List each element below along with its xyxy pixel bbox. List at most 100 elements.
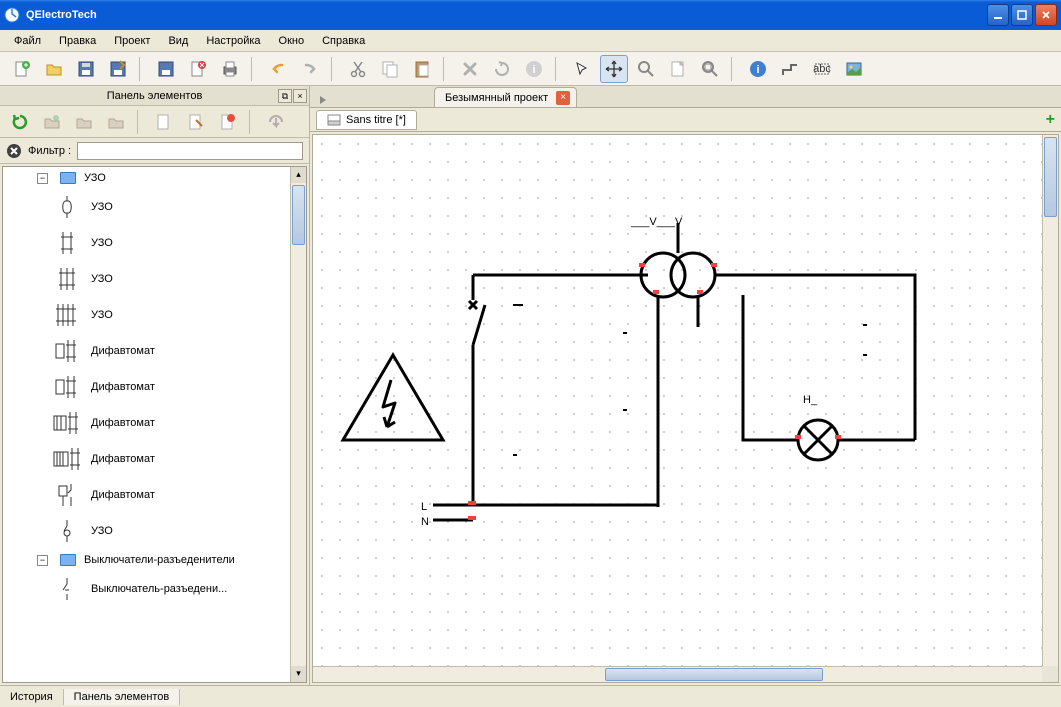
menu-help[interactable]: Справка [314, 33, 373, 49]
zoom-fit-tool[interactable] [696, 55, 724, 83]
sheet-tab[interactable]: Sans titre [*] [316, 110, 417, 130]
rotate-button[interactable] [488, 55, 516, 83]
import-button[interactable] [262, 108, 290, 136]
edit-element-button[interactable] [182, 108, 210, 136]
folder-label: УЗО [84, 172, 106, 184]
clear-filter-icon[interactable] [6, 143, 22, 159]
save-as-button[interactable] [104, 55, 132, 83]
hscroll-thumb[interactable] [605, 668, 824, 681]
wire-tool[interactable] [776, 55, 804, 83]
close-doc-button[interactable] [184, 55, 212, 83]
tree-item[interactable]: УЗО [3, 513, 306, 549]
element-tree[interactable]: − УЗО УЗО УЗО УЗО УЗО Дифавтомат Дифавто… [2, 166, 307, 683]
menu-project[interactable]: Проект [106, 33, 158, 49]
tree-folder[interactable]: − Выключатели-разъеденители [3, 549, 306, 571]
svg-text:abc: abc [813, 63, 831, 75]
tree-item[interactable]: УЗО [3, 297, 306, 333]
symbol-icon [51, 193, 83, 221]
tree-item[interactable]: УЗО [3, 225, 306, 261]
symbol-icon [51, 409, 83, 437]
window-titlebar: QElectroTech [0, 0, 1061, 30]
filter-input[interactable] [77, 142, 303, 160]
reload-button[interactable] [6, 108, 34, 136]
scroll-up-icon[interactable]: ▴ [291, 167, 306, 183]
panel-close-button[interactable]: × [293, 89, 307, 103]
edit-folder-button[interactable] [70, 108, 98, 136]
collapse-icon[interactable]: − [37, 173, 48, 184]
symbol-icon [51, 517, 83, 545]
item-label: УЗО [91, 237, 113, 249]
zoom-tool[interactable] [632, 55, 660, 83]
canvas-vscroll[interactable] [1042, 135, 1058, 666]
minimize-button[interactable] [987, 4, 1009, 26]
new-folder-button[interactable] [38, 108, 66, 136]
status-tab-elements[interactable]: Панель элементов [64, 689, 181, 705]
text-tool[interactable]: abc [808, 55, 836, 83]
tree-item[interactable]: Дифавтомат [3, 369, 306, 405]
delete-button[interactable] [456, 55, 484, 83]
tree-item[interactable]: УЗО [3, 261, 306, 297]
menu-file[interactable]: Файл [6, 33, 49, 49]
scroll-thumb[interactable] [292, 185, 305, 245]
new-element-button[interactable] [150, 108, 178, 136]
tree-item[interactable]: Дифавтомат [3, 405, 306, 441]
print-button[interactable] [216, 55, 244, 83]
tree-item[interactable]: УЗО [3, 189, 306, 225]
filter-label: Фильтр : [28, 145, 71, 157]
tree-folder[interactable]: − УЗО [3, 167, 306, 189]
menu-edit[interactable]: Правка [51, 33, 104, 49]
sheet-tabs: Sans titre [*] + [310, 108, 1061, 132]
tab-nav-icon[interactable] [316, 93, 330, 107]
move-tool[interactable] [600, 55, 628, 83]
symbol-icon [51, 265, 83, 293]
item-label: УЗО [91, 525, 113, 537]
project-tabs: Безымянный проект × [310, 86, 1061, 108]
info-button[interactable]: i [520, 55, 548, 83]
menu-bar: Файл Правка Проект Вид Настройка Окно Сп… [0, 30, 1061, 52]
help-button[interactable]: i [744, 55, 772, 83]
project-tab[interactable]: Безымянный проект × [434, 87, 577, 107]
project-tab-label: Безымянный проект [445, 92, 548, 104]
drawing-canvas[interactable]: L N ___ [312, 134, 1059, 683]
symbol-icon [51, 229, 83, 257]
status-tab-history[interactable]: История [0, 689, 64, 705]
delete-element-button[interactable] [214, 108, 242, 136]
cut-button[interactable] [344, 55, 372, 83]
paste-button[interactable] [408, 55, 436, 83]
undo-button[interactable] [264, 55, 292, 83]
save-doc-button[interactable] [152, 55, 180, 83]
new-button[interactable] [8, 55, 36, 83]
page-tool[interactable] [664, 55, 692, 83]
symbol-icon [51, 575, 83, 603]
main-toolbar: i i abc [0, 52, 1061, 86]
image-tool[interactable] [840, 55, 868, 83]
tree-item[interactable]: Дифавтомат [3, 477, 306, 513]
maximize-button[interactable] [1011, 4, 1033, 26]
tab-close-icon[interactable]: × [556, 91, 570, 105]
panel-float-button[interactable]: ⧉ [278, 89, 292, 103]
folder-icon [60, 554, 76, 566]
collapse-icon[interactable]: − [37, 555, 48, 566]
copy-button[interactable] [376, 55, 404, 83]
canvas-hscroll[interactable] [313, 666, 1042, 682]
scroll-down-icon[interactable]: ▾ [291, 666, 306, 682]
open-button[interactable] [40, 55, 68, 83]
delete-folder-button[interactable] [102, 108, 130, 136]
close-button[interactable] [1035, 4, 1057, 26]
redo-button[interactable] [296, 55, 324, 83]
select-tool[interactable] [568, 55, 596, 83]
menu-settings[interactable]: Настройка [198, 33, 268, 49]
save-button[interactable] [72, 55, 100, 83]
tree-item[interactable]: Дифавтомат [3, 333, 306, 369]
menu-view[interactable]: Вид [160, 33, 196, 49]
tree-item[interactable]: Выключатель-разъедени... [3, 571, 306, 607]
menu-window[interactable]: Окно [271, 33, 313, 49]
tree-scrollbar[interactable]: ▴ ▾ [290, 167, 306, 682]
filter-row: Фильтр : [0, 138, 309, 164]
panel-title: Панель элементов [107, 90, 203, 102]
tree-item[interactable]: Дифавтомат [3, 441, 306, 477]
add-sheet-button[interactable]: + [1046, 111, 1055, 129]
symbol-icon [51, 481, 83, 509]
vscroll-thumb[interactable] [1044, 137, 1057, 217]
item-label: Дифавтомат [91, 453, 155, 465]
